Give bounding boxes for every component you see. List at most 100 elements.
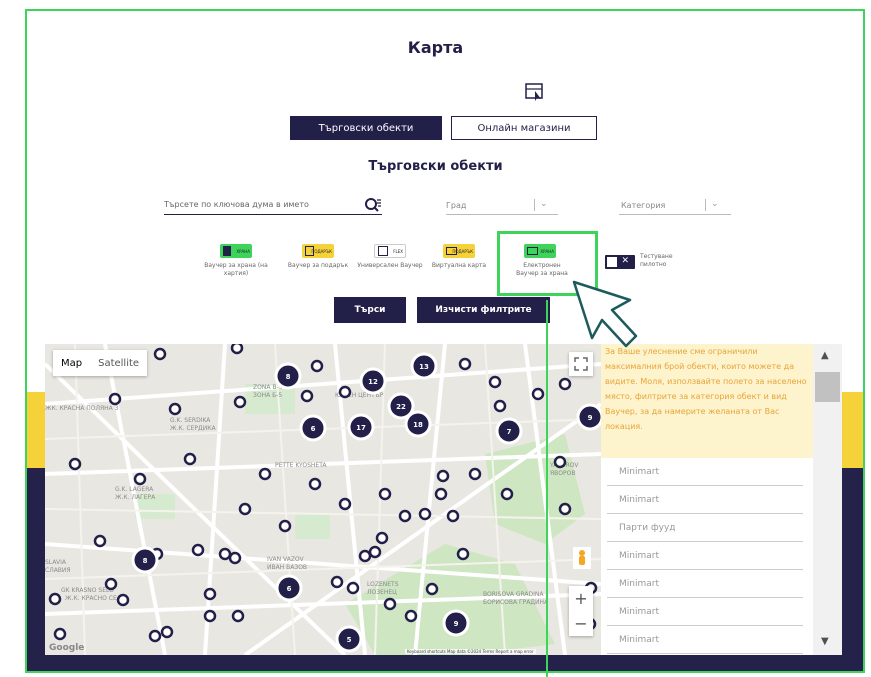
limit-notice: За Ваше улеснение сме ограничили максима…	[601, 344, 813, 458]
map-cluster[interactable]: 12	[359, 367, 387, 395]
svg-text:9: 9	[588, 414, 593, 422]
tab-retail-stores[interactable]: Търговски обекти	[290, 116, 442, 140]
voucher-label: Ваучер за подарък	[287, 262, 349, 269]
district-label: SLAVIA	[45, 559, 67, 566]
zoom-out-button[interactable]: −	[569, 611, 593, 636]
results-list: Minimart Minimart Парти фууд Minimart Mi…	[607, 458, 803, 654]
chevron-down-icon: ⌄	[711, 199, 719, 209]
category-placeholder: Категория	[621, 201, 666, 210]
district-label: Ж.К. ЛАГЕРА	[115, 494, 156, 501]
list-item[interactable]: Minimart	[607, 598, 803, 626]
map-type-control: Map Satellite	[53, 350, 148, 376]
map-canvas[interactable]: ЖК. КРАСНА ПОЛЯНА 3 G.K. SERDIKA Ж.К. СЕ…	[45, 344, 601, 655]
list-item[interactable]: Minimart	[607, 570, 803, 598]
map-cluster[interactable]: 5	[335, 625, 363, 653]
district-label: ЗОНА Б-5	[253, 392, 282, 399]
district-label: IVAN VAZOV	[267, 556, 305, 563]
svg-text:8: 8	[143, 557, 148, 565]
pilot-toggle[interactable]: ✕	[605, 255, 635, 269]
svg-text:6: 6	[311, 425, 316, 433]
voucher-food-paper[interactable]: ХРАНА	[220, 244, 252, 258]
fullscreen-button[interactable]	[569, 352, 593, 376]
map-cluster[interactable]: 6	[275, 574, 303, 602]
map-attribution[interactable]: Keyboard shortcuts Map data ©2024 Terms …	[405, 649, 536, 654]
district-label: БОРИСОВА ГРАДИНА	[483, 599, 549, 606]
scroll-up-icon[interactable]: ▲	[821, 350, 829, 361]
voucher-gift[interactable]: ПОДАРЪК	[302, 244, 334, 258]
city-select[interactable]: Град ⌄	[446, 199, 558, 215]
fullscreen-icon	[574, 357, 588, 371]
pointer-cursor-icon	[572, 280, 638, 348]
voucher-label: Виртуална карта	[431, 262, 487, 269]
district-label: ЖК. КРАСНА ПОЛЯНА 3	[45, 405, 119, 412]
map-cluster[interactable]: 17	[347, 413, 375, 441]
list-item[interactable]: Парти фууд	[607, 514, 803, 542]
map-type-map-button[interactable]: Map	[53, 350, 90, 376]
district-label: ИВАН ВАЗОВ	[267, 564, 307, 571]
tab-online-shops[interactable]: Онлайн магазини	[451, 116, 597, 140]
voucher-universal[interactable]: FLEX	[374, 244, 406, 258]
google-logo: Google	[49, 643, 85, 653]
voucher-label: Универсален Ваучер	[357, 262, 423, 269]
district-label: LOZENETS	[367, 581, 399, 588]
list-item[interactable]: Minimart	[607, 542, 803, 570]
gift-icon	[305, 246, 314, 256]
list-item[interactable]: Minimart	[607, 626, 803, 654]
voucher-virtual-card[interactable]: ПОДАРЪК	[443, 244, 475, 258]
map-cluster[interactable]: 8	[274, 362, 302, 390]
map-cluster[interactable]: 9	[576, 403, 601, 431]
page-title: Карта	[407, 38, 464, 57]
scrollbar-thumb[interactable]	[815, 372, 840, 402]
zoom-control: + −	[569, 586, 593, 636]
map-cluster[interactable]: 18	[404, 410, 432, 438]
results-panel: За Ваше улеснение сме ограничили максима…	[601, 344, 842, 655]
district-label: PETTE KYOSHETA	[275, 462, 327, 469]
zoom-in-button[interactable]: +	[569, 586, 593, 611]
district-label: СЛАВИЯ	[45, 567, 71, 574]
list-item[interactable]: Minimart	[607, 458, 803, 486]
map[interactable]: ЖК. КРАСНА ПОЛЯНА 3 G.K. SERDIKA Ж.К. СЕ…	[45, 344, 601, 655]
clear-filters-button[interactable]: Изчисти филтрите	[417, 297, 550, 323]
scroll-down-icon[interactable]: ▼	[821, 636, 829, 647]
svg-text:9: 9	[454, 620, 459, 628]
scrollbar[interactable]: ▲ ▼	[813, 344, 842, 655]
category-select[interactable]: Категория ⌄	[619, 199, 731, 215]
map-cluster[interactable]: 8	[131, 546, 159, 574]
district-label: G.K. LAGERA	[115, 486, 154, 493]
svg-text:12: 12	[368, 378, 378, 386]
map-cluster[interactable]: 9	[442, 609, 470, 637]
district-label: BORISOVA GRADINA	[483, 591, 544, 598]
map-pointer-icon	[525, 83, 543, 101]
section-title: Търговски обекти	[368, 159, 503, 174]
street-view-pegman-icon[interactable]	[573, 547, 591, 569]
svg-text:5: 5	[347, 636, 352, 644]
flex-icon	[378, 246, 388, 256]
svg-text:17: 17	[356, 424, 366, 432]
search-filter-icon[interactable]	[364, 197, 382, 213]
chevron-down-icon: ⌄	[540, 199, 548, 209]
map-cluster[interactable]: 7	[495, 417, 523, 445]
map-cluster[interactable]: 6	[299, 414, 327, 442]
search-input[interactable]: Търсете по ключова дума в името	[164, 197, 382, 215]
toggle-label: Тестуване пилотно	[640, 253, 673, 268]
card-icon	[446, 247, 457, 255]
district-label: G.K. SERDIKA	[170, 417, 211, 424]
svg-text:22: 22	[396, 403, 406, 411]
search-placeholder: Търсете по ключова дума в името	[164, 200, 309, 209]
svg-text:18: 18	[413, 421, 423, 429]
map-cluster[interactable]: 13	[410, 352, 438, 380]
close-icon: ✕	[621, 256, 629, 266]
voucher-label: Ваучер за храна (на хартия)	[204, 262, 268, 277]
district-label: GK KRASNO SELO	[61, 587, 114, 594]
svg-text:7: 7	[507, 428, 512, 436]
map-type-satellite-button[interactable]: Satellite	[90, 350, 147, 376]
district-label: Ж.К. СЕРДИКА	[170, 425, 216, 432]
district-label: ЛОЗЕНЕЦ	[367, 589, 397, 596]
list-item[interactable]: Minimart	[607, 486, 803, 514]
food-icon	[223, 246, 231, 256]
search-button[interactable]: Търси	[334, 297, 406, 323]
district-label: ЯВОРОВ	[550, 470, 575, 477]
svg-text:8: 8	[286, 373, 291, 381]
city-placeholder: Град	[446, 201, 467, 210]
guide-line	[546, 300, 548, 677]
